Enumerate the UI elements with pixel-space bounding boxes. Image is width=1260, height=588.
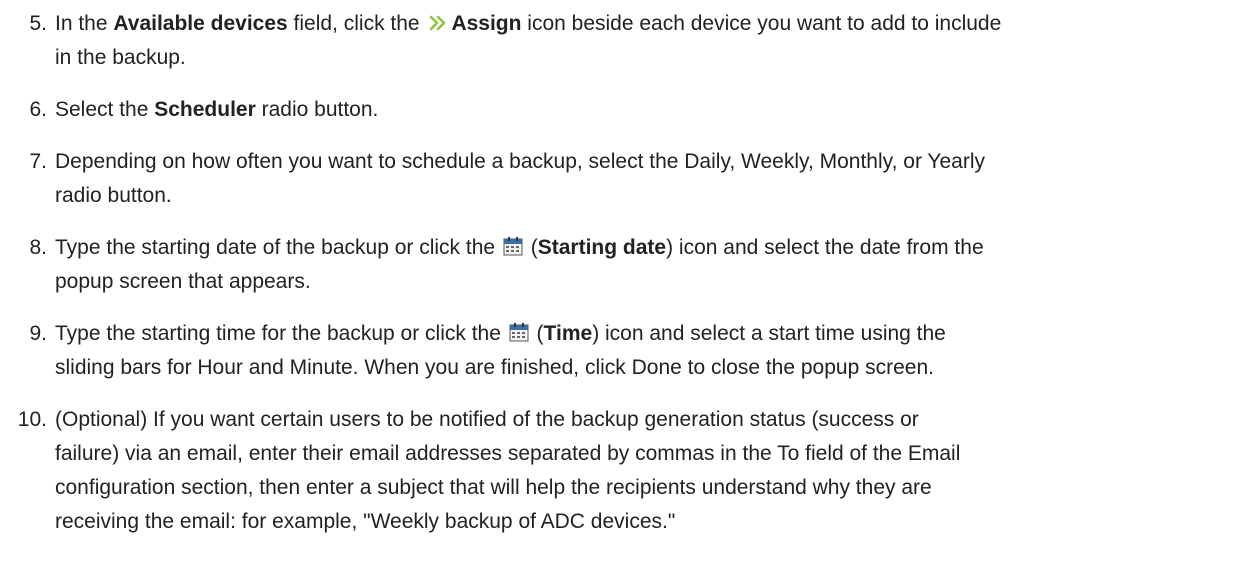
step-text: Depending on how often you want to sched… <box>55 145 1245 213</box>
step-line: sliding bars for Hour and Minute. When y… <box>55 356 934 379</box>
step-line: failure) via an email, enter their email… <box>55 442 961 465</box>
text-run: ( <box>530 322 544 345</box>
step-line: In the Available devices field, click th… <box>55 7 1245 41</box>
bold-text: Time <box>543 322 593 345</box>
step-text: Type the starting time for the backup or… <box>55 317 1245 385</box>
step-line: popup screen that appears. <box>55 270 311 293</box>
step-line: receiving the email: for example, "Weekl… <box>55 510 676 533</box>
step-number: 8. <box>29 236 47 259</box>
step-text: (Optional) If you want certain users to … <box>55 403 1245 539</box>
text-run: icon beside each device you want to add … <box>521 12 1002 35</box>
step-line: Type the starting date of the backup or … <box>55 231 1245 265</box>
step-number: 6. <box>29 98 47 121</box>
assign-chevron-icon <box>429 14 449 32</box>
step-line: (Optional) If you want certain users to … <box>55 408 919 431</box>
step-line: Depending on how often you want to sched… <box>55 150 985 173</box>
step-line: in the backup. <box>55 46 186 69</box>
calendar-icon <box>503 236 523 256</box>
text-run: field, click the <box>287 12 426 35</box>
step-number: 5. <box>29 12 47 35</box>
text-run: ( <box>524 236 538 259</box>
bold-text: Available devices <box>113 12 288 35</box>
bold-text: Scheduler <box>154 98 256 121</box>
step-line: Type the starting time for the backup or… <box>55 317 1245 351</box>
bold-text: Starting date <box>537 236 667 259</box>
calendar-icon <box>509 322 529 342</box>
step-line: configuration section, then enter a subj… <box>55 476 932 499</box>
bold-text: Assign <box>451 12 522 35</box>
step-number: 7. <box>29 150 47 173</box>
text-run: ) icon and select the date from the <box>666 236 984 259</box>
text-run: Select the <box>55 98 155 121</box>
step-text: Type the starting date of the backup or … <box>55 231 1245 299</box>
text-run: radio button. <box>255 98 379 121</box>
step-line: Select the Scheduler radio button. <box>55 93 1245 127</box>
step-line: radio button. <box>55 184 172 207</box>
text-run: ) icon and select a start time using the <box>592 322 946 345</box>
text-run: Type the starting time for the backup or… <box>55 322 507 345</box>
instruction-steps: 5. In the Available devices field, click… <box>0 0 1260 588</box>
step-text: In the Available devices field, click th… <box>55 7 1245 75</box>
text-run: In the <box>55 12 114 35</box>
step-number: 9. <box>29 322 47 345</box>
text-run: Type the starting date of the backup or … <box>55 236 501 259</box>
step-number: 10. <box>17 408 47 431</box>
step-text: Select the Scheduler radio button. <box>55 93 1245 127</box>
